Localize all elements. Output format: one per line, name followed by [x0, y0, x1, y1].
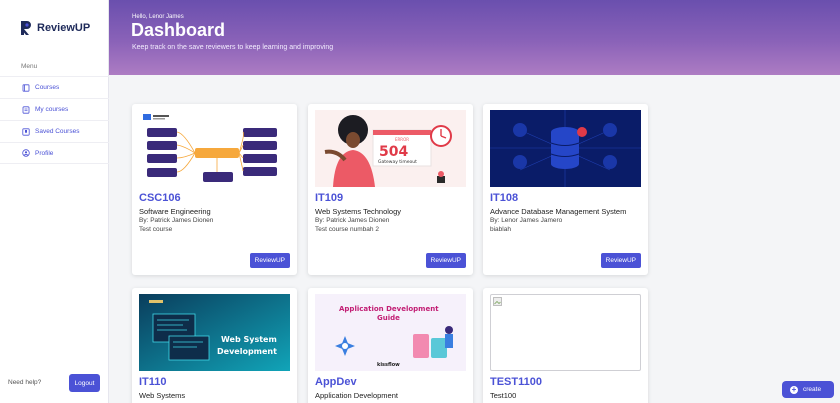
web-development-illustration: Web System Development — [139, 294, 290, 371]
course-name: Test100 — [490, 391, 517, 400]
course-card[interactable]: TEST1100 Test100 — [483, 288, 648, 403]
user-circle-icon — [22, 149, 30, 157]
course-name: Software Engineering — [139, 207, 211, 216]
course-thumbnail: Web System Development — [139, 294, 290, 371]
page-subtitle: Keep track on the save reviewers to keep… — [132, 44, 334, 51]
image-title-line1: Web System — [221, 335, 277, 344]
reviewup-logo-icon — [21, 21, 31, 35]
dashboard-header: Hello, Lenor James Dashboard Keep track … — [109, 0, 840, 75]
course-description: biablah — [490, 225, 511, 233]
sidebar-item-courses[interactable]: Courses — [0, 76, 109, 98]
course-name: Advance Database Management System — [490, 207, 627, 216]
course-description: Test course numbah 2 — [315, 225, 379, 233]
page-title: Dashboard — [131, 20, 226, 40]
course-code: IT108 — [490, 192, 519, 204]
error-label: ERROR — [395, 137, 409, 142]
image-title-line2: Development — [217, 347, 277, 356]
sidebar-item-my-courses[interactable]: My courses — [0, 98, 109, 120]
course-details: Software Engineering By: Patrick James D… — [139, 207, 291, 234]
sidebar-item-label: Courses — [35, 84, 60, 91]
image-brand: kissflow — [377, 362, 400, 368]
course-author: By: Patrick James Dionen — [315, 217, 390, 224]
course-card[interactable]: ERROR 504 Gateway timeout IT109 Web Syst… — [308, 104, 473, 275]
course-code: IT109 — [315, 192, 344, 204]
course-details: Application Development — [315, 391, 467, 401]
brand-name: ReviewUP — [37, 22, 91, 34]
image-title-line1: Application Development — [339, 305, 439, 313]
course-thumbnail: Application Development Guide kissflow — [315, 294, 466, 371]
course-card[interactable]: Application Development Guide kissflow A… — [308, 288, 473, 403]
course-thumbnail-broken — [490, 294, 641, 371]
reviewup-button[interactable]: ReviewUP — [600, 253, 641, 268]
error-code: 504 — [379, 144, 408, 160]
bookmark-icon — [22, 127, 30, 136]
mind-map-illustration — [143, 114, 277, 182]
database-illustration — [490, 110, 641, 187]
course-thumbnail — [490, 110, 641, 187]
course-details: Web Systems — [139, 391, 291, 401]
course-name: Web Systems Technology — [315, 207, 402, 216]
course-details: Test100 — [490, 391, 642, 401]
logout-button[interactable]: Logout — [69, 374, 100, 392]
broken-image-icon — [493, 297, 502, 306]
course-card[interactable]: CSC106 Software Engineering By: Patrick … — [132, 104, 297, 275]
sidebar-item-saved-courses[interactable]: Saved Courses — [0, 120, 109, 142]
image-title-line2: Guide — [377, 314, 400, 322]
sidebar-item-profile[interactable]: Profile — [0, 142, 109, 164]
sidebar-item-label: Saved Courses — [35, 128, 80, 135]
reviewup-button[interactable]: ReviewUP — [249, 253, 290, 268]
gateway-timeout-illustration: ERROR 504 Gateway timeout — [315, 110, 466, 187]
create-label: create — [803, 386, 822, 393]
course-author: By: Lenor James Jamero — [490, 217, 563, 224]
course-code: CSC106 — [139, 192, 181, 204]
course-thumbnail: ERROR 504 Gateway timeout — [315, 110, 466, 187]
sidebar-item-label: Profile — [35, 149, 54, 157]
course-details: Advance Database Management System By: L… — [490, 207, 642, 234]
reviewup-button[interactable]: ReviewUP — [425, 253, 466, 268]
book-icon — [22, 83, 30, 92]
need-help-link[interactable]: Need help? — [8, 379, 41, 386]
course-card[interactable]: IT108 Advance Database Management System… — [483, 104, 648, 275]
course-description: Test course — [139, 225, 173, 233]
course-code: IT110 — [139, 376, 167, 388]
sidebar-nav: Courses My courses Saved Courses Profile — [0, 76, 109, 164]
course-name: Application Development — [315, 391, 398, 400]
sidebar: ReviewUP Menu Courses My courses Saved C… — [0, 0, 109, 403]
course-details: Web Systems Technology By: Patrick James… — [315, 207, 467, 234]
app-development-guide-illustration: Application Development Guide kissflow — [315, 294, 466, 371]
course-code: AppDev — [315, 376, 357, 388]
sidebar-item-label: My courses — [35, 106, 69, 113]
brand[interactable]: ReviewUP — [20, 20, 90, 36]
notebook-icon — [22, 105, 30, 114]
course-thumbnail — [139, 110, 290, 187]
course-name: Web Systems — [139, 391, 186, 400]
course-author: By: Patrick James Dionen — [139, 217, 214, 224]
create-button[interactable]: + create — [782, 381, 834, 398]
error-message: Gateway timeout — [378, 159, 417, 165]
menu-title: Menu — [21, 63, 38, 70]
course-code: TEST1100 — [490, 376, 542, 388]
plus-icon: + — [790, 384, 798, 394]
course-card[interactable]: Web System Development IT110 Web Systems — [132, 288, 297, 403]
